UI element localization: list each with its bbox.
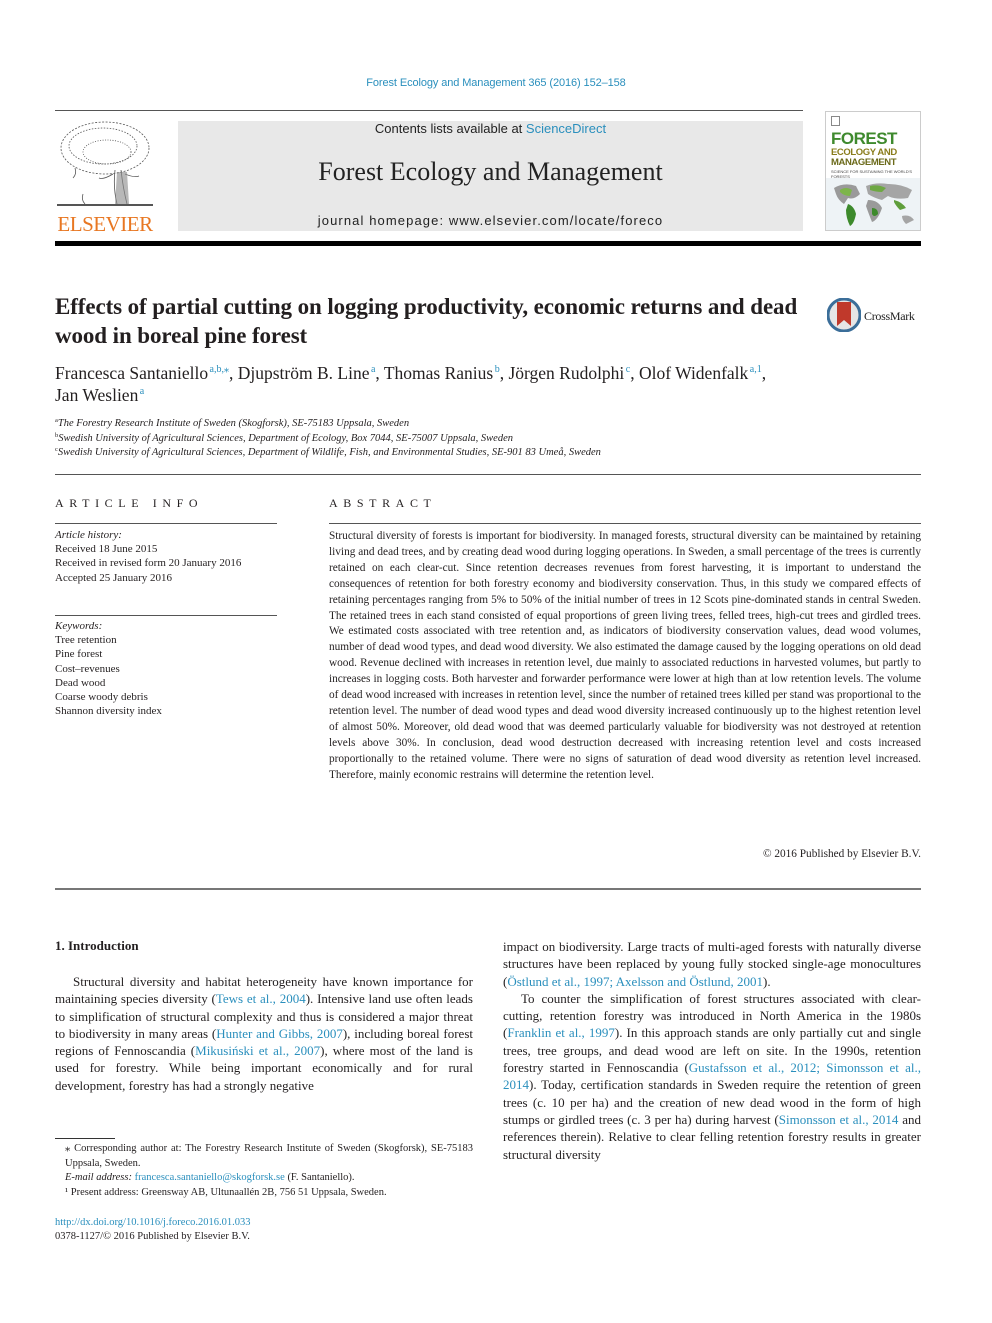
- keyword-item: Cost–revenues: [55, 662, 120, 675]
- author-affiliation-link[interactable]: a,1: [750, 364, 762, 375]
- article-info-rule: [55, 523, 277, 524]
- citation-link[interactable]: Mikusiński et al., 2007: [195, 1043, 320, 1058]
- citation-link[interactable]: Simonsson et al., 2014: [779, 1112, 899, 1127]
- author-affiliation-link[interactable]: c: [626, 364, 630, 375]
- keyword-item: Tree retention: [55, 634, 117, 647]
- article-history-label: Article history:: [55, 529, 122, 541]
- elsevier-wordmark: ELSEVIER: [57, 212, 153, 236]
- paragraph: To counter the simplification of forest …: [503, 990, 921, 1163]
- email-link[interactable]: francesca.santaniello@skogforsk.se: [135, 1172, 285, 1183]
- abstract-bottom-rule: [55, 888, 921, 890]
- footnote-present-address: ¹ Present address: Greensway AB, Ultunaa…: [65, 1186, 387, 1198]
- header-rule: [55, 110, 803, 111]
- author-name[interactable]: Thomas Ranius: [384, 363, 493, 383]
- citation-link[interactable]: Hunter and Gibbs, 2007: [216, 1026, 343, 1041]
- history-item: Received 18 June 2015: [55, 543, 158, 556]
- journal-title: Forest Ecology and Management: [318, 157, 663, 186]
- contents-line: Contents lists available at ScienceDirec…: [178, 121, 803, 136]
- journal-homepage[interactable]: journal homepage: www.elsevier.com/locat…: [178, 213, 803, 228]
- keyword-item: Coarse woody debris: [55, 691, 148, 704]
- crossmark-label: CrossMark: [864, 309, 915, 323]
- citation-link[interactable]: Östlund et al., 1997; Axelsson and Östlu…: [507, 974, 763, 989]
- author-name[interactable]: Olof Widenfalk: [639, 363, 748, 383]
- footnote-corresponding: ⁎ Corresponding author at: The Forestry …: [65, 1143, 473, 1169]
- keywords-rule: [55, 615, 277, 616]
- author-affiliation-link[interactable]: a,b,⁎: [210, 364, 229, 375]
- world-map-icon: [826, 178, 920, 230]
- footnotes: ⁎ Corresponding author at: The Forestry …: [55, 1142, 473, 1200]
- affiliation-text: The Forestry Research Institute of Swede…: [57, 418, 410, 429]
- author-name[interactable]: Jörgen Rudolphi: [508, 363, 624, 383]
- citation-link[interactable]: Franklin et al., 1997: [507, 1025, 615, 1040]
- journal-masthead: Contents lists available at ScienceDirec…: [178, 121, 803, 231]
- keywords: Keywords: Tree retention Pine forest Cos…: [55, 619, 285, 718]
- cover-title-line1: FOREST: [831, 129, 897, 148]
- abstract-copyright: © 2016 Published by Elsevier B.V.: [762, 848, 921, 860]
- journal-cover[interactable]: FOREST ECOLOGY AND MANAGEMENT SCIENCE FO…: [825, 111, 921, 231]
- author-affiliation-link[interactable]: b: [495, 364, 500, 375]
- keyword-item: Dead wood: [55, 676, 106, 689]
- paragraph: Structural diversity and habitat heterog…: [55, 973, 473, 1094]
- author-affiliation-link[interactable]: a: [140, 386, 144, 397]
- paragraph-text: ).: [763, 973, 771, 989]
- footnote-rule: [55, 1138, 115, 1139]
- author-name[interactable]: Jan Weslien: [55, 385, 138, 405]
- header-thick-rule: [55, 241, 921, 246]
- section-heading-introduction: 1. Introduction: [55, 938, 139, 953]
- author-name[interactable]: Djupström B. Line: [238, 363, 370, 383]
- keyword-item: Shannon diversity index: [55, 705, 162, 718]
- abstract-text: Structural diversity of forests is impor…: [329, 530, 921, 781]
- cover-elsevier-badge-icon: [831, 116, 840, 126]
- abstract-rule: [329, 523, 921, 524]
- affiliations: aThe Forestry Research Institute of Swed…: [55, 417, 925, 461]
- author-list: Francesca Santaniello a,b,⁎, Djupström B…: [55, 363, 767, 405]
- citation-link[interactable]: Tews et al., 2004: [216, 991, 306, 1006]
- affiliation-text: Swedish University of Agricultural Scien…: [58, 432, 513, 444]
- affiliation-item: aThe Forestry Research Institute of Swed…: [55, 417, 925, 432]
- elsevier-tree-icon: [57, 121, 153, 206]
- affiliation-text: Swedish University of Agricultural Scien…: [57, 447, 601, 458]
- affiliation-rule: [55, 474, 921, 475]
- keyword-item: Pine forest: [55, 648, 103, 661]
- affiliation-item: cSwedish University of Agricultural Scie…: [55, 446, 925, 461]
- affiliation-item: bSwedish University of Agricultural Scie…: [55, 432, 925, 447]
- body-column-right: impact on biodiversity. Large tracts of …: [503, 938, 921, 1163]
- article-info-heading: ARTICLE INFO: [55, 496, 204, 510]
- history-item: Accepted 25 January 2016: [55, 571, 172, 584]
- contents-prefix: Contents lists available at: [374, 121, 526, 136]
- crossmark-button[interactable]: CrossMark: [827, 298, 927, 334]
- email-label: E-mail address:: [65, 1172, 135, 1184]
- journal-reference-link[interactable]: Forest Ecology and Management 365 (2016)…: [0, 77, 992, 89]
- author-affiliation-link[interactable]: a: [371, 364, 375, 375]
- article-title: Effects of partial cutting on logging pr…: [55, 294, 798, 348]
- history-item: Received in revised form 20 January 2016: [55, 557, 242, 570]
- body-column-left: Structural diversity and habitat heterog…: [55, 973, 473, 1094]
- paragraph: impact on biodiversity. Large tracts of …: [503, 938, 921, 990]
- cover-title-line3: MANAGEMENT: [831, 157, 897, 168]
- footnote-email: E-mail address: francesca.santaniello@sk…: [55, 1171, 473, 1186]
- keywords-label: Keywords:: [55, 620, 103, 632]
- sciencedirect-link[interactable]: ScienceDirect: [526, 121, 606, 136]
- doi-link[interactable]: http://dx.doi.org/10.1016/j.foreco.2016.…: [55, 1217, 251, 1228]
- elsevier-logo[interactable]: ELSEVIER: [55, 118, 155, 236]
- crossmark-icon: [827, 298, 861, 332]
- issn-line: 0378-1127/© 2016 Published by Elsevier B…: [55, 1231, 250, 1242]
- email-suffix: (F. Santaniello).: [284, 1172, 355, 1184]
- author-name[interactable]: Francesca Santaniello: [55, 363, 208, 383]
- article-history: Article history: Received 18 June 2015 R…: [55, 528, 285, 585]
- abstract-heading: ABSTRACT: [329, 496, 437, 510]
